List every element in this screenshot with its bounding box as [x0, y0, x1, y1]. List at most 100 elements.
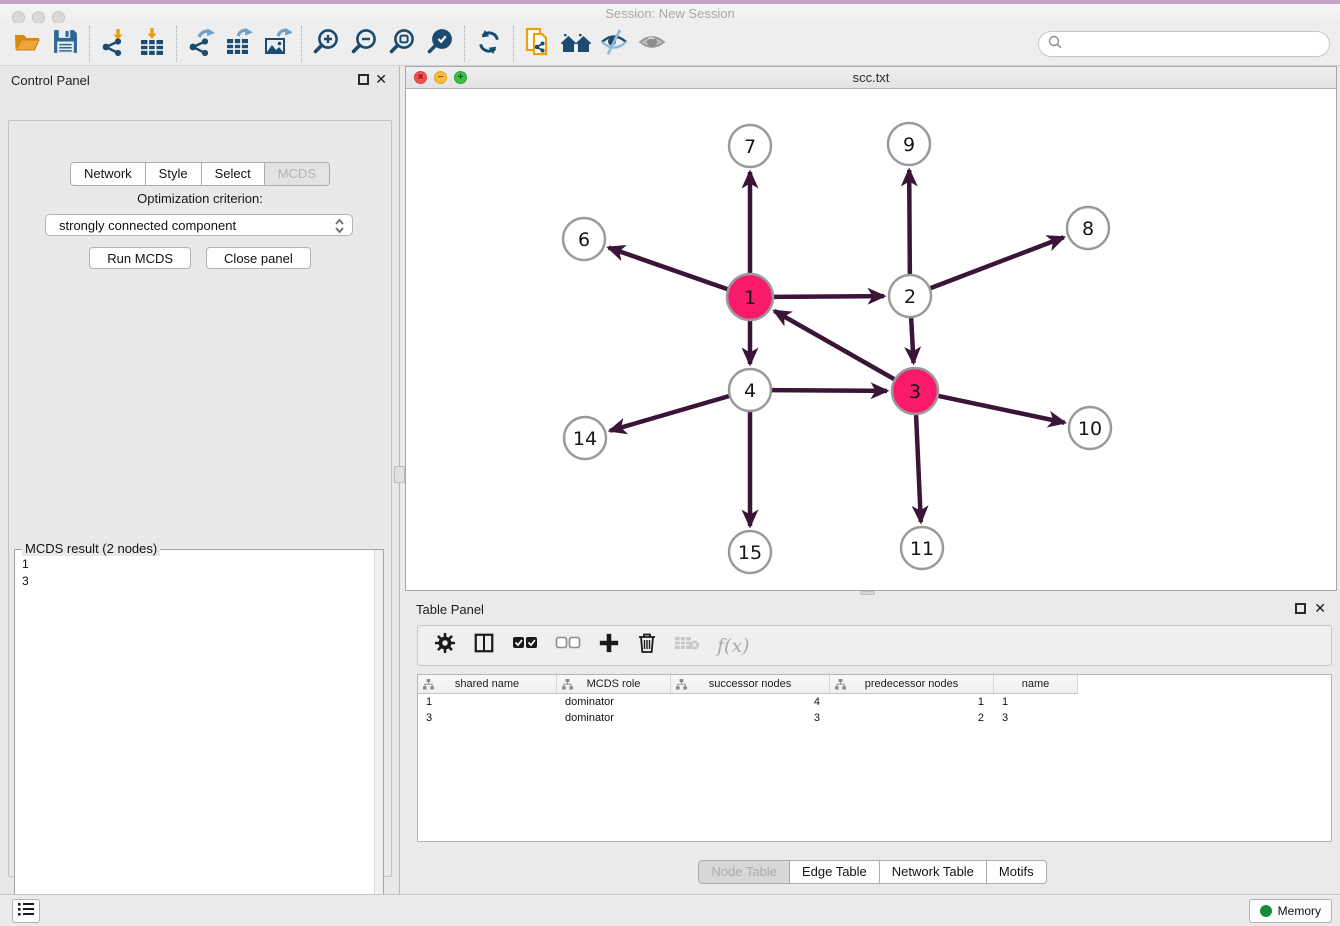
- trash-icon: [637, 632, 657, 659]
- tab-network[interactable]: Network: [70, 162, 146, 186]
- edge-1-2[interactable]: [774, 296, 884, 297]
- edge-1-6[interactable]: [609, 248, 728, 290]
- table-toolbar: f(x): [417, 625, 1332, 666]
- edge-4-3[interactable]: [772, 390, 887, 391]
- graph-node-14[interactable]: 14: [564, 417, 606, 459]
- memory-button[interactable]: Memory: [1249, 899, 1332, 923]
- graph-node-6[interactable]: 6: [563, 218, 605, 260]
- network-window-titlebar: × − + scc.txt: [406, 67, 1336, 89]
- edge-2-8[interactable]: [931, 237, 1064, 288]
- show-columns-button[interactable]: [473, 632, 495, 659]
- column-header-predecessor-nodes[interactable]: predecessor nodes: [830, 675, 994, 694]
- zoom-fit-button[interactable]: [383, 25, 421, 63]
- tab-select[interactable]: Select: [201, 162, 265, 186]
- graph-node-10[interactable]: 10: [1069, 407, 1111, 449]
- zoom-out-button[interactable]: [345, 25, 383, 63]
- import-network-button[interactable]: [95, 25, 133, 63]
- open-ndex-button[interactable]: [557, 25, 595, 63]
- cell-shared-name: 1: [418, 694, 557, 710]
- cell-name: 3: [994, 710, 1078, 726]
- table-splitter-handle[interactable]: [860, 591, 875, 595]
- panel-splitter-handle[interactable]: [394, 466, 405, 483]
- float-panel-icon[interactable]: [358, 74, 369, 85]
- control-panel: Control Panel ✕ Network Style Select MCD…: [0, 66, 400, 894]
- close-panel-icon[interactable]: ✕: [1314, 600, 1326, 617]
- control-panel-tabs: Network Style Select MCDS: [0, 162, 400, 186]
- clone-network-button[interactable]: [519, 25, 557, 63]
- table-settings-button[interactable]: [434, 632, 456, 659]
- tab-motifs[interactable]: Motifs: [986, 860, 1047, 884]
- delete-rows-button[interactable]: [637, 632, 657, 659]
- tab-network-table[interactable]: Network Table: [879, 860, 987, 884]
- graph-node-11[interactable]: 11: [901, 527, 943, 569]
- edge-3-1[interactable]: [774, 311, 894, 379]
- unchecked-boxes-icon: [555, 635, 581, 656]
- zoom-selected-button[interactable]: [421, 25, 459, 63]
- run-mcds-button[interactable]: Run MCDS: [89, 247, 191, 269]
- control-panel-header: Control Panel ✕: [0, 66, 399, 94]
- edge-2-9[interactable]: [909, 170, 910, 274]
- show-graphics-details-button[interactable]: [633, 25, 671, 63]
- float-panel-icon[interactable]: [1295, 603, 1306, 614]
- network-window: × − + scc.txt 1 2 3 4 6 7 8 9 10 11 14 15: [405, 66, 1337, 591]
- export-network-button[interactable]: [182, 25, 220, 63]
- open-session-button[interactable]: [8, 25, 46, 63]
- save-session-button[interactable]: [46, 25, 84, 63]
- mcds-result-item: 3: [22, 573, 29, 590]
- graph-node-15[interactable]: 15: [729, 531, 771, 573]
- zoom-in-button[interactable]: [307, 25, 345, 63]
- tab-mcds[interactable]: MCDS: [264, 162, 330, 186]
- export-table-icon: [224, 27, 254, 62]
- edge-3-10[interactable]: [938, 396, 1064, 423]
- tab-style[interactable]: Style: [145, 162, 202, 186]
- add-row-button[interactable]: [598, 632, 620, 659]
- graph-node-2[interactable]: 2: [889, 275, 931, 317]
- edge-3-11[interactable]: [916, 415, 921, 522]
- export-image-button[interactable]: [258, 25, 296, 63]
- minimize-network-button[interactable]: −: [434, 71, 447, 84]
- table-row[interactable]: 1 dominator 4 1 1: [418, 694, 1331, 710]
- edge-2-3[interactable]: [911, 318, 913, 363]
- close-network-button[interactable]: ×: [414, 71, 427, 84]
- hierarchy-icon: [423, 679, 434, 693]
- control-panel-title: Control Panel: [11, 73, 90, 88]
- table-row[interactable]: 3 dominator 3 2 3: [418, 710, 1331, 726]
- mcds-result-title: MCDS result (2 nodes): [22, 541, 160, 556]
- import-table-button[interactable]: [133, 25, 171, 63]
- graph-node-8[interactable]: 8: [1067, 207, 1109, 249]
- graph-node-7[interactable]: 7: [729, 125, 771, 167]
- refresh-view-button[interactable]: [470, 25, 508, 63]
- deselect-all-button[interactable]: [555, 635, 581, 656]
- status-bar: Memory: [0, 894, 1340, 926]
- close-panel-button[interactable]: Close panel: [206, 247, 311, 269]
- search-input[interactable]: [1063, 34, 1329, 54]
- maximize-network-button[interactable]: +: [454, 71, 467, 84]
- save-icon: [52, 28, 79, 60]
- tab-node-table[interactable]: Node Table: [698, 860, 790, 884]
- column-header-mcds-role[interactable]: MCDS role: [557, 675, 671, 694]
- export-table-button[interactable]: [220, 25, 258, 63]
- graph-node-4[interactable]: 4: [729, 369, 771, 411]
- graph-node-1[interactable]: 1: [727, 274, 773, 320]
- tab-edge-table[interactable]: Edge Table: [789, 860, 880, 884]
- node-table-header: shared name MCDS role successor nodes pr…: [418, 675, 1331, 694]
- network-canvas[interactable]: 1 2 3 4 6 7 8 9 10 11 14 15: [406, 89, 1336, 590]
- close-panel-icon[interactable]: ✕: [375, 71, 387, 88]
- column-header-name[interactable]: name: [994, 675, 1078, 694]
- selected-option: strongly connected component: [59, 218, 236, 233]
- graph-node-9[interactable]: 9: [888, 123, 930, 165]
- task-history-button[interactable]: [12, 899, 40, 923]
- column-header-successor-nodes[interactable]: successor nodes: [671, 675, 830, 694]
- select-all-button[interactable]: [512, 635, 538, 656]
- hide-graphics-details-button[interactable]: [595, 25, 633, 63]
- node-label: 3: [909, 381, 921, 403]
- open-folder-icon: [12, 27, 42, 62]
- graph-node-3[interactable]: 3: [892, 368, 938, 414]
- column-header-shared-name[interactable]: shared name: [418, 675, 557, 694]
- edge-4-14[interactable]: [610, 396, 729, 431]
- search-field[interactable]: [1038, 31, 1330, 57]
- optimization-criterion-select[interactable]: strongly connected component: [45, 214, 353, 236]
- result-scrollbar[interactable]: [374, 550, 383, 925]
- function-builder-button[interactable]: f(x): [717, 635, 750, 657]
- delete-table-button[interactable]: [674, 634, 700, 657]
